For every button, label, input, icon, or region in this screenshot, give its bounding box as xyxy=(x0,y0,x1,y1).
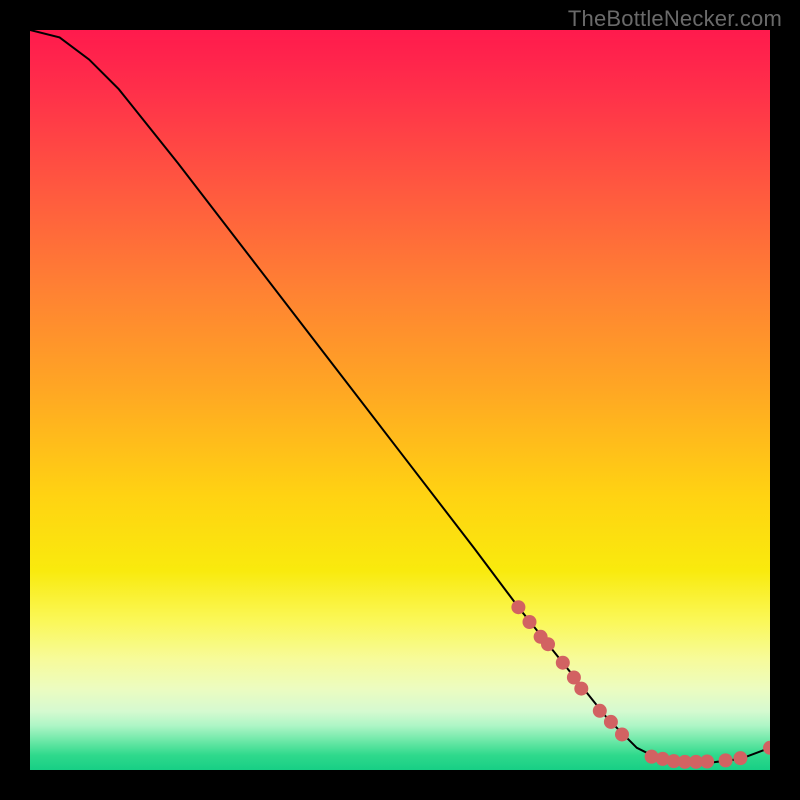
data-marker xyxy=(719,753,733,767)
data-marker xyxy=(574,682,588,696)
watermark-text: TheBottleNecker.com xyxy=(568,6,782,32)
data-marker xyxy=(541,637,555,651)
data-marker xyxy=(604,715,618,729)
data-marker xyxy=(523,615,537,629)
bottleneck-curve xyxy=(30,30,770,763)
data-marker xyxy=(511,600,525,614)
chart-container xyxy=(30,30,770,770)
data-marker xyxy=(763,741,770,755)
data-markers xyxy=(511,600,770,769)
data-marker xyxy=(700,754,714,768)
data-marker xyxy=(733,751,747,765)
chart-svg xyxy=(30,30,770,770)
data-marker xyxy=(556,656,570,670)
data-marker xyxy=(615,727,629,741)
data-marker xyxy=(593,704,607,718)
